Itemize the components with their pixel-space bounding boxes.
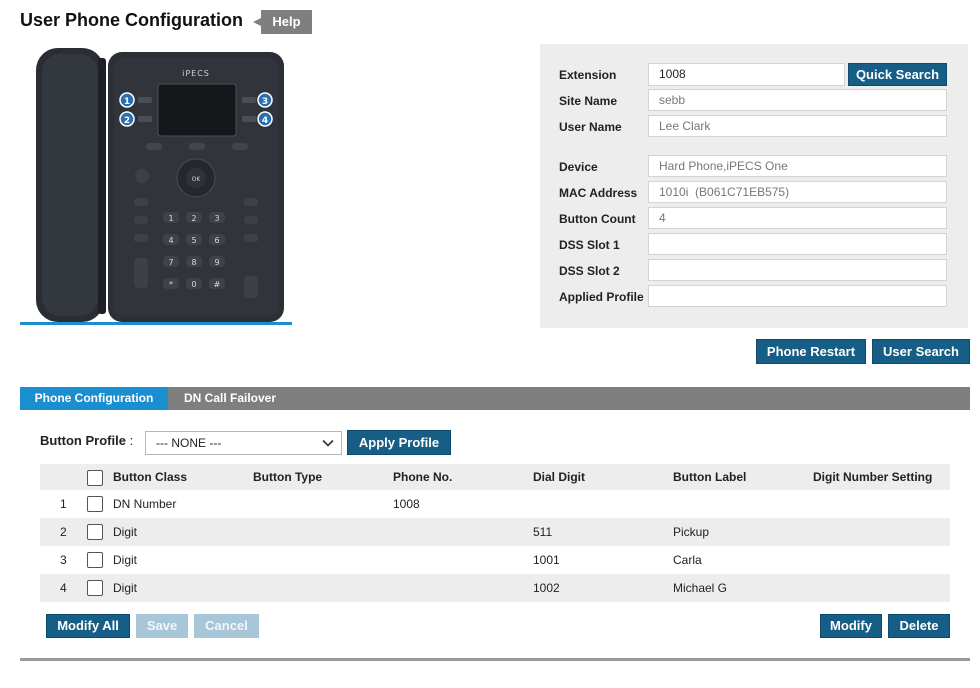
cell-button-class: Digit [113,525,138,539]
user-name-field: Lee Clark [648,115,947,137]
table-header: Button Class Button Type Phone No. Dial … [40,464,950,490]
svg-text:5: 5 [191,236,196,245]
cell-button-class: DN Number [113,497,177,511]
quick-search-button[interactable]: Quick Search [848,63,947,86]
select-all-checkbox[interactable] [87,470,103,486]
user-search-button[interactable]: User Search [872,339,970,364]
ok-label: OK [192,176,202,183]
header-digit-number-setting: Digit Number Setting [813,470,933,484]
button-marker-4: 4 [262,116,268,126]
extension-label: Extension [559,68,617,82]
site-name-field: sebb [648,89,947,111]
modify-button[interactable]: Modify [820,614,882,638]
table-row: 1 DN Number 1008 [40,490,950,518]
header-button-label: Button Label [673,470,747,484]
cell-dial-digit: 511 [533,525,553,539]
row-checkbox[interactable] [87,552,103,568]
button-profile-select[interactable]: --- NONE --- [145,431,342,455]
phone-image-underline [20,322,292,325]
svg-text:*: * [169,280,173,289]
button-marker-2: 2 [124,116,130,126]
button-profile-label: Button Profile : [40,433,134,448]
svg-text:#: # [214,280,221,289]
svg-text:9: 9 [214,258,219,267]
dss-slot-1-label: DSS Slot 1 [559,238,620,252]
cell-phone-no: 1008 [393,497,420,511]
applied-profile-label: Applied Profile [559,290,644,304]
apply-profile-button[interactable]: Apply Profile [347,430,451,455]
cell-button-class: Digit [113,553,138,567]
phone-restart-button[interactable]: Phone Restart [756,339,866,364]
phone-image: iPECS 1 2 3 4 OK 1 2 3 4 5 6 7 8 9 * 0 # [20,48,292,324]
header-dial-digit: Dial Digit [533,470,586,484]
site-name-label: Site Name [559,94,618,108]
user-name-label: User Name [559,120,622,134]
cell-button-label: Pickup [673,525,710,539]
cell-button-label: Michael G [673,581,728,595]
svg-text:2: 2 [191,214,196,223]
row-number: 1 [60,497,67,511]
save-button[interactable]: Save [136,614,188,638]
cell-dial-digit: 1001 [533,553,560,567]
chevron-down-icon [321,435,335,457]
device-label: Device [559,160,598,174]
tab-dn-call-failover[interactable]: DN Call Failover [172,387,288,410]
cell-button-label: Carla [673,553,702,567]
bottom-divider [20,658,970,661]
button-count-label: Button Count [559,212,636,226]
svg-text:1: 1 [168,214,173,223]
page-title: User Phone Configuration [20,10,244,30]
header-button-class: Button Class [113,470,188,484]
tab-phone-configuration[interactable]: Phone Configuration [20,387,168,410]
brand-logo: iPECS [182,69,210,78]
table-row: 4 Digit 1002 Michael G [40,574,950,602]
row-number: 4 [60,581,67,595]
table-row: 2 Digit 511 Pickup [40,518,950,546]
dss-slot-1-field [648,233,947,255]
table-row: 3 Digit 1001 Carla [40,546,950,574]
button-count-field: 4 [648,207,947,229]
mac-address-label: MAC Address [559,186,638,200]
svg-text:3: 3 [214,214,219,223]
svg-text:0: 0 [191,280,196,289]
applied-profile-field [648,285,947,307]
mac-address-field: 1010i (B061C71EB575) [648,181,947,203]
device-field: Hard Phone,iPECS One [648,155,947,177]
dss-slot-2-label: DSS Slot 2 [559,264,620,278]
row-checkbox[interactable] [87,524,103,540]
cell-button-class: Digit [113,581,138,595]
row-number: 2 [60,525,67,539]
svg-text:6: 6 [214,236,219,245]
row-number: 3 [60,553,67,567]
cell-dial-digit: 1002 [533,581,560,595]
header-button-type: Button Type [253,470,323,484]
cancel-button[interactable]: Cancel [194,614,259,638]
help-button[interactable]: Help [253,10,312,34]
header-phone-no: Phone No. [393,470,453,484]
delete-button[interactable]: Delete [888,614,950,638]
row-checkbox[interactable] [87,580,103,596]
row-checkbox[interactable] [87,496,103,512]
button-marker-3: 3 [262,97,268,107]
extension-field[interactable]: 1008 [648,63,845,86]
button-profile-selected: --- NONE --- [156,436,222,450]
svg-text:8: 8 [191,258,196,267]
svg-text:7: 7 [168,258,173,267]
modify-all-button[interactable]: Modify All [46,614,130,638]
button-marker-1: 1 [124,97,130,107]
dss-slot-2-field [648,259,947,281]
svg-text:4: 4 [168,236,173,245]
